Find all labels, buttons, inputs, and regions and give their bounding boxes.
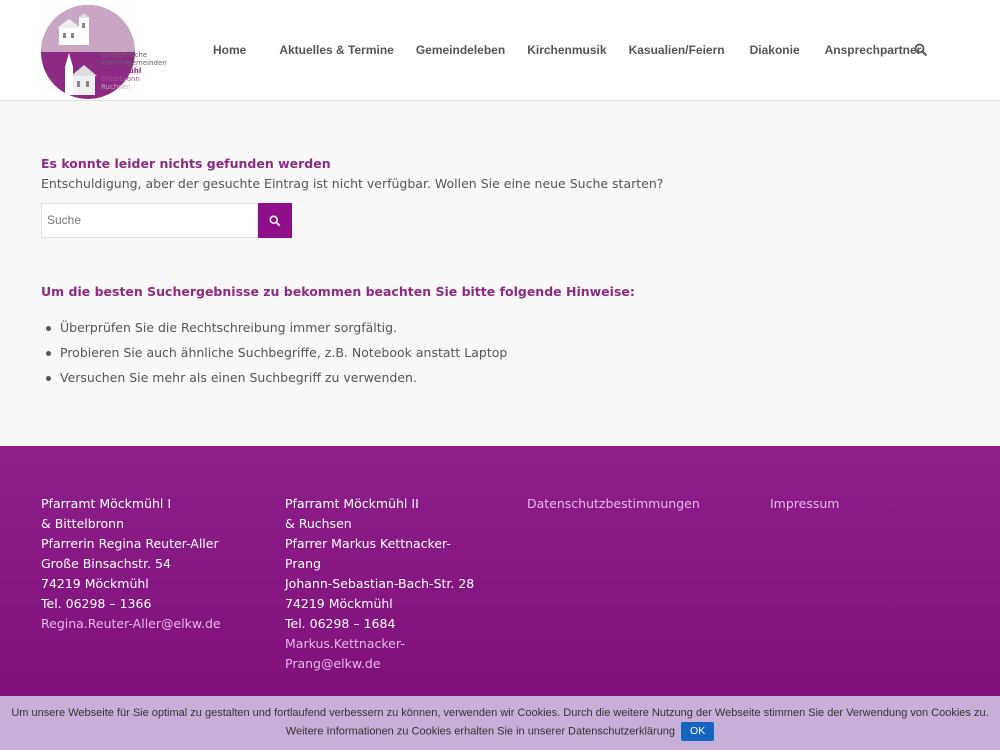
- footer-line: Johann-Sebastian-Bach-Str. 28: [285, 576, 475, 591]
- church-icon: [57, 13, 90, 45]
- footer-line: Tel. 06298 – 1366: [41, 596, 152, 611]
- nav-item-kirchenmusik[interactable]: Kirchenmusik: [527, 43, 606, 57]
- footer-line: Prang: [285, 556, 321, 571]
- email-link[interactable]: Markus.Kettnacker-: [285, 634, 475, 654]
- nav-item-gemeindeleben[interactable]: Gemeindeleben: [416, 43, 505, 57]
- email-link[interactable]: Regina.Reuter-Aller@elkw.de: [41, 614, 241, 634]
- footer-line: 74219 Möckmühl: [285, 596, 393, 611]
- list-item: Überprüfen Sie die Rechtschreibung immer…: [41, 315, 507, 340]
- footer-line: Pfarramt Möckmühl I: [41, 496, 172, 511]
- nav-item-aktuelles[interactable]: Aktuelles & Termine: [279, 43, 393, 57]
- footer-line: & Ruchsen: [285, 516, 352, 531]
- nav-item-diakonie[interactable]: Diakonie: [750, 43, 800, 57]
- search-icon: [269, 215, 281, 226]
- sorry-text: Entschuldigung, aber der gesuchte Eintra…: [41, 176, 664, 191]
- footer-contact-2: Pfarramt Möckmühl II & Ruchsen Pfarrer M…: [285, 494, 475, 674]
- privacy-link[interactable]: Datenschutzbestimmungen: [527, 494, 700, 514]
- search-icon[interactable]: [914, 43, 928, 57]
- logo-line: Möckmühl: [101, 67, 142, 75]
- footer-line: Tel. 06298 – 1684: [285, 616, 396, 631]
- main-nav: Home Aktuelles & Termine Gemeindeleben K…: [200, 0, 921, 100]
- nav-item-kasualien[interactable]: Kasualien/Feiern: [629, 43, 725, 57]
- footer-line: & Bittelbronn: [41, 516, 125, 531]
- cookie-text: Um unsere Webseite für Sie optimal zu ge…: [10, 705, 990, 741]
- search-form: Suche: [41, 203, 292, 238]
- footer-line: 74219 Möckmühl: [41, 576, 149, 591]
- logo-line: Evangelische: [101, 51, 148, 59]
- site-header: Evangelische Kirchengemeinden Möckmühl B…: [0, 0, 1000, 101]
- list-item: Versuchen Sie mehr als einen Suchbegriff…: [41, 365, 507, 390]
- hints-title: Um die besten Suchergebnisse zu bekommen…: [41, 284, 635, 299]
- logo-line: Bittelbronn: [101, 75, 140, 83]
- list-item: Probieren Sie auch ähnliche Suchbegriffe…: [41, 340, 507, 365]
- footer-line: Große Binsachstr. 54: [41, 556, 171, 571]
- search-submit-button[interactable]: [258, 203, 292, 238]
- email-link[interactable]: Prang@elkw.de: [285, 654, 475, 674]
- site-logo[interactable]: Evangelische Kirchengemeinden Möckmühl B…: [41, 3, 176, 99]
- not-found-title: Es konnte leider nichts gefunden werden: [41, 156, 331, 171]
- church-tower-icon: [65, 53, 97, 95]
- logo-text: Evangelische Kirchengemeinden Möckmühl B…: [101, 51, 167, 91]
- footer-line: Pfarrer Markus Kettnacker-: [285, 536, 451, 551]
- logo-line: Kirchengemeinden: [101, 59, 167, 67]
- cookie-ok-button[interactable]: OK: [681, 722, 715, 741]
- hints-list: Überprüfen Sie die Rechtschreibung immer…: [41, 315, 507, 390]
- footer-line: Pfarramt Möckmühl II: [285, 496, 419, 511]
- footer-contact-1: Pfarramt Möckmühl I & Bittelbronn Pfarre…: [41, 494, 241, 634]
- nav-item-home[interactable]: Home: [213, 43, 246, 57]
- nav-item-ansprechpartner[interactable]: Ansprechpartner: [825, 43, 922, 57]
- cookie-message: Um unsere Webseite für Sie optimal zu ge…: [11, 707, 989, 738]
- cookie-banner: Um unsere Webseite für Sie optimal zu ge…: [0, 696, 1000, 750]
- imprint-link[interactable]: Impressum: [770, 494, 839, 514]
- search-input[interactable]: Suche: [41, 203, 258, 238]
- logo-line: Ruchsen: [101, 83, 131, 91]
- footer-line: Pfarrerin Regina Reuter-Aller: [41, 536, 219, 551]
